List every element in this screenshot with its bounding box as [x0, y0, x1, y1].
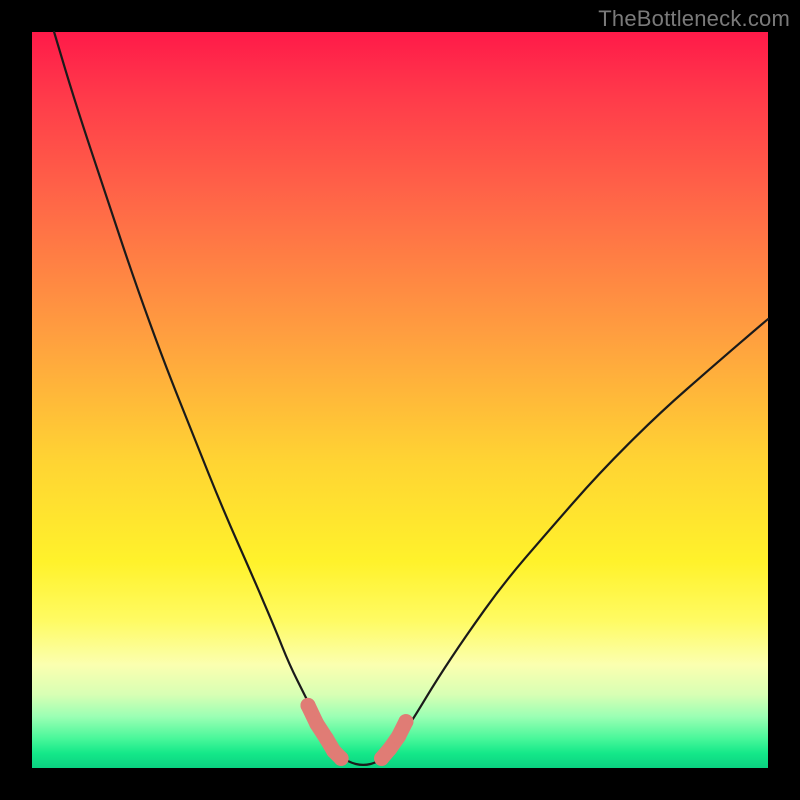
highlight-markers — [301, 698, 414, 766]
marker-dot — [301, 698, 316, 713]
marker-dot — [382, 741, 397, 756]
marker-dot — [334, 751, 349, 766]
curve-layer — [32, 32, 768, 768]
curve-path — [54, 32, 768, 765]
marker-dot — [319, 731, 334, 746]
chart-frame: TheBottleneck.com — [0, 0, 800, 800]
plot-area — [32, 32, 768, 768]
marker-dot — [391, 729, 406, 744]
marker-dot — [309, 716, 324, 731]
watermark-text: TheBottleneck.com — [598, 6, 790, 32]
marker-dot — [398, 714, 413, 729]
bottleneck-curve — [54, 32, 768, 765]
